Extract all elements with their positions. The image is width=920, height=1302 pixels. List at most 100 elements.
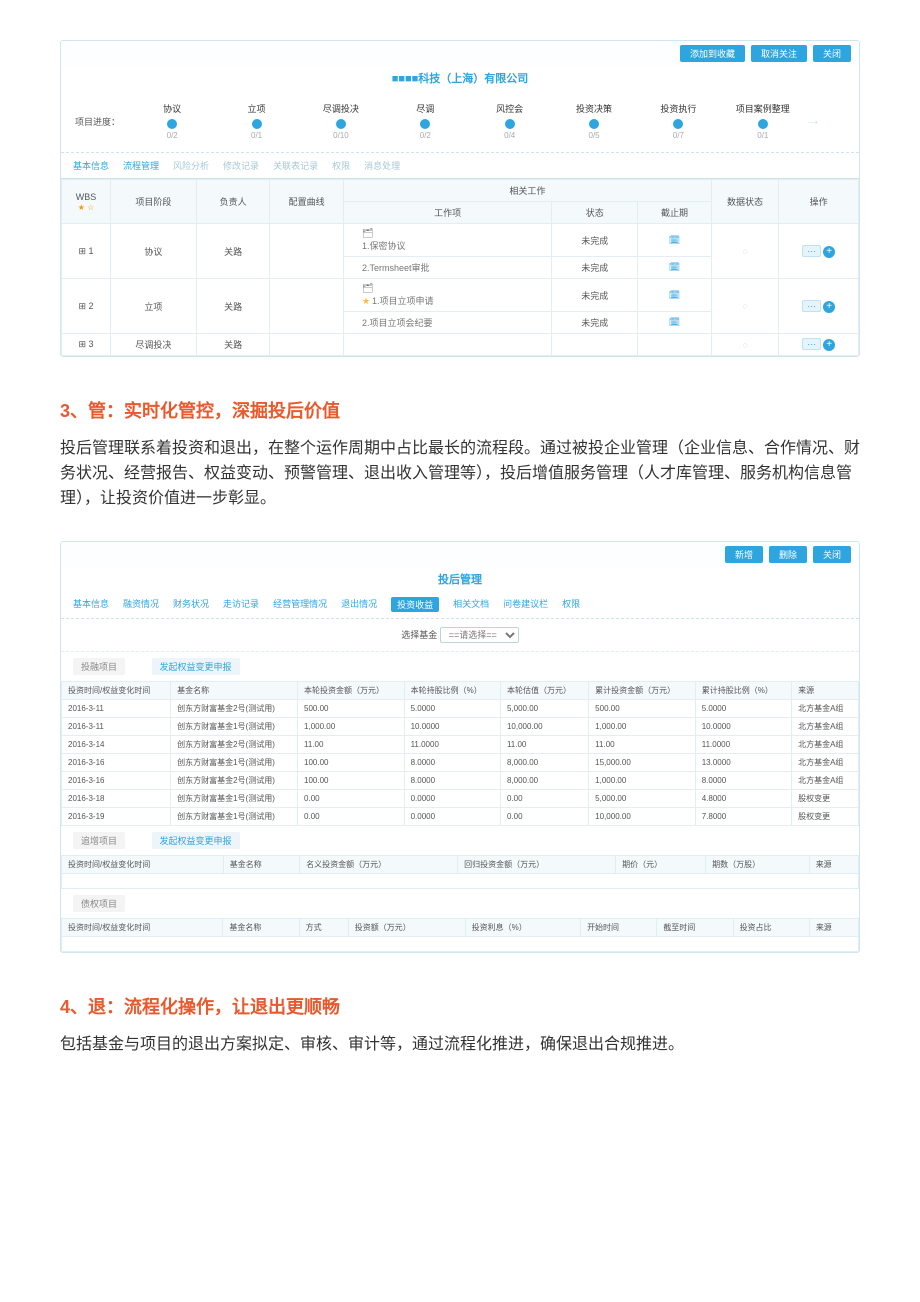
panel2-tab[interactable]: 融资情况 xyxy=(123,597,159,612)
new-button[interactable]: 新增 xyxy=(725,546,763,563)
status-icon: ◌ xyxy=(742,246,747,256)
wbs-stage: 尽调投决 xyxy=(111,334,197,356)
subtab[interactable]: 修改记录 xyxy=(223,159,259,172)
progress-step[interactable]: 风控会0/4 xyxy=(468,102,552,140)
th-wbs: WBS★ ☆ xyxy=(62,180,111,224)
subtab[interactable]: 权限 xyxy=(332,159,350,172)
op-add-button[interactable]: + xyxy=(823,301,835,313)
panel2-tab[interactable]: 权限 xyxy=(562,597,580,612)
cell: 创东方财富基金1号(测试用) xyxy=(171,718,298,736)
cell: 1,000.00 xyxy=(298,718,405,736)
close-button-2[interactable]: 关闭 xyxy=(813,546,851,563)
subtab[interactable]: 风险分析 xyxy=(173,159,209,172)
step-label: 立项 xyxy=(248,102,266,115)
op-add-button[interactable]: + xyxy=(823,339,835,351)
table-row: 2016-3-11创东方财富基金1号(测试用)1,000.0010.000010… xyxy=(62,718,859,736)
cell: 0.00 xyxy=(298,808,405,826)
step-count: 0/1 xyxy=(251,131,262,140)
company-title: ■■■■科技（上海）有限公司 xyxy=(61,66,859,94)
panel2-tabs: 基本信息融资情况财务状况走访记录经营管理情况退出情况投资收益相关文档问卷建议栏权… xyxy=(61,591,859,619)
panel2-tab[interactable]: 退出情况 xyxy=(341,597,377,612)
col-header: 本轮估值（万元） xyxy=(500,682,588,700)
cell: 创东方财富基金1号(测试用) xyxy=(171,808,298,826)
progress-step[interactable]: 项目案例整理0/1 xyxy=(721,102,805,140)
panel2-tab[interactable]: 走访记录 xyxy=(223,597,259,612)
step-dot-icon xyxy=(505,119,515,129)
op-edit-button[interactable]: ··· xyxy=(802,300,821,312)
progress-step[interactable]: 投资执行 0/7 xyxy=(636,102,720,140)
subtab[interactable]: 基本信息 xyxy=(73,159,109,172)
calendar-icon[interactable]: 🗓 xyxy=(669,262,680,272)
col-header: 本轮投资金额（万元） xyxy=(298,682,405,700)
wbs-row: ⊞ 1协议关路🗂1.保密协议未完成🗓◌···+ xyxy=(62,224,859,257)
panel2-tab[interactable]: 相关文档 xyxy=(453,597,489,612)
delete-button[interactable]: 删除 xyxy=(769,546,807,563)
step-count: 0/2 xyxy=(167,131,178,140)
cell: 创东方财富基金2号(测试用) xyxy=(171,772,298,790)
col-header: 基金名称 xyxy=(223,856,299,874)
cell: 10.0000 xyxy=(695,718,791,736)
cell: 8,000.00 xyxy=(500,754,588,772)
panel2-tab[interactable]: 投资收益 xyxy=(391,597,439,612)
wbs-table: WBS★ ☆ 项目阶段 负责人 配置曲线 相关工作 数据状态 操作 工作项 状态… xyxy=(61,179,859,356)
subtab[interactable]: 流程管理 xyxy=(123,159,159,172)
work-item[interactable]: 1.项目立项申请 xyxy=(362,296,434,306)
op-edit-button[interactable]: ··· xyxy=(802,245,821,257)
subtab[interactable]: 消息处理 xyxy=(364,159,400,172)
topbar: 添加到收藏 取消关注 关闭 xyxy=(61,41,859,66)
table-row: 2016-3-16创东方财富基金2号(测试用)100.008.00008,000… xyxy=(62,772,859,790)
panel2-tab[interactable]: 财务状况 xyxy=(173,597,209,612)
cell: 创东方财富基金2号(测试用) xyxy=(171,736,298,754)
step-label: 投资决策 xyxy=(576,102,612,115)
col-header: 来源 xyxy=(792,682,859,700)
add-favorite-button[interactable]: 添加到收藏 xyxy=(680,45,745,62)
cell: 13.0000 xyxy=(695,754,791,772)
equity-change-button-2[interactable]: 发起权益变更申报 xyxy=(152,832,240,849)
cell: 0.0000 xyxy=(404,790,500,808)
progress-step[interactable]: 尽调0/2 xyxy=(383,102,467,140)
cell: 北方基金A组 xyxy=(792,700,859,718)
steps-arrow-icon: → xyxy=(805,116,845,126)
cell: 0.00 xyxy=(298,790,405,808)
close-button[interactable]: 关闭 xyxy=(813,45,851,62)
panel2-tab[interactable]: 经营管理情况 xyxy=(273,597,327,612)
step-label: 投资执行 xyxy=(660,102,696,115)
progress-step[interactable]: 立项 0/1 xyxy=(214,102,298,140)
fund-select[interactable]: ==请选择== xyxy=(440,627,519,643)
calendar-icon[interactable]: 🗓 xyxy=(669,317,680,327)
cell: 11.0000 xyxy=(404,736,500,754)
work-item[interactable]: 2.项目立项会纪要 xyxy=(362,318,433,328)
work-item[interactable]: 1.保密协议 xyxy=(362,241,406,251)
step-dot-icon xyxy=(673,119,683,129)
wbs-idx[interactable]: ⊞ 2 xyxy=(62,279,111,334)
progress-step[interactable]: 尽调投决0/10 xyxy=(299,102,383,140)
cell: 100.00 xyxy=(298,754,405,772)
step-count: 0/7 xyxy=(673,131,684,140)
step-dot-icon xyxy=(758,119,768,129)
panel2-tab[interactable]: 基本信息 xyxy=(73,597,109,612)
op-add-button[interactable]: + xyxy=(823,246,835,258)
progress-step[interactable]: 投资决策0/5 xyxy=(552,102,636,140)
tag-debt: 债权项目 xyxy=(73,895,125,912)
wbs-owner: 关路 xyxy=(196,279,270,334)
panel2-tab[interactable]: 问卷建议栏 xyxy=(503,597,548,612)
calendar-icon[interactable]: 🗓 xyxy=(669,290,680,300)
progress-steps: 项目进度： 协议0/2立项0/1尽调投决0/10尽调0/2风控会0/4投资决策0… xyxy=(61,94,859,153)
wbs-idx[interactable]: ⊞ 3 xyxy=(62,334,111,356)
section3-title: 3、管：实时化管控，深掘投后价值 xyxy=(60,397,860,423)
subtab[interactable]: 关联表记录 xyxy=(273,159,318,172)
cell: 0.0000 xyxy=(404,808,500,826)
col-header: 投资利息（%） xyxy=(465,919,580,937)
cell: 0.00 xyxy=(500,790,588,808)
post-investment-panel: 新增 删除 关闭 投后管理 基本信息融资情况财务状况走访记录经营管理情况退出情况… xyxy=(60,541,860,953)
table-row: 2016-3-16创东方财富基金1号(测试用)100.008.00008,000… xyxy=(62,754,859,772)
work-item[interactable]: 2.Termsheet审批 xyxy=(362,263,430,273)
table-row: 2016-3-14创东方财富基金2号(测试用)11.0011.000011.00… xyxy=(62,736,859,754)
unfollow-button[interactable]: 取消关注 xyxy=(751,45,807,62)
op-edit-button[interactable]: ··· xyxy=(802,338,821,350)
cell: 11.00 xyxy=(500,736,588,754)
wbs-idx[interactable]: ⊞ 1 xyxy=(62,224,111,279)
progress-step[interactable]: 协议0/2 xyxy=(130,102,214,140)
calendar-icon[interactable]: 🗓 xyxy=(669,235,680,245)
equity-change-button[interactable]: 发起权益变更申报 xyxy=(152,658,240,675)
